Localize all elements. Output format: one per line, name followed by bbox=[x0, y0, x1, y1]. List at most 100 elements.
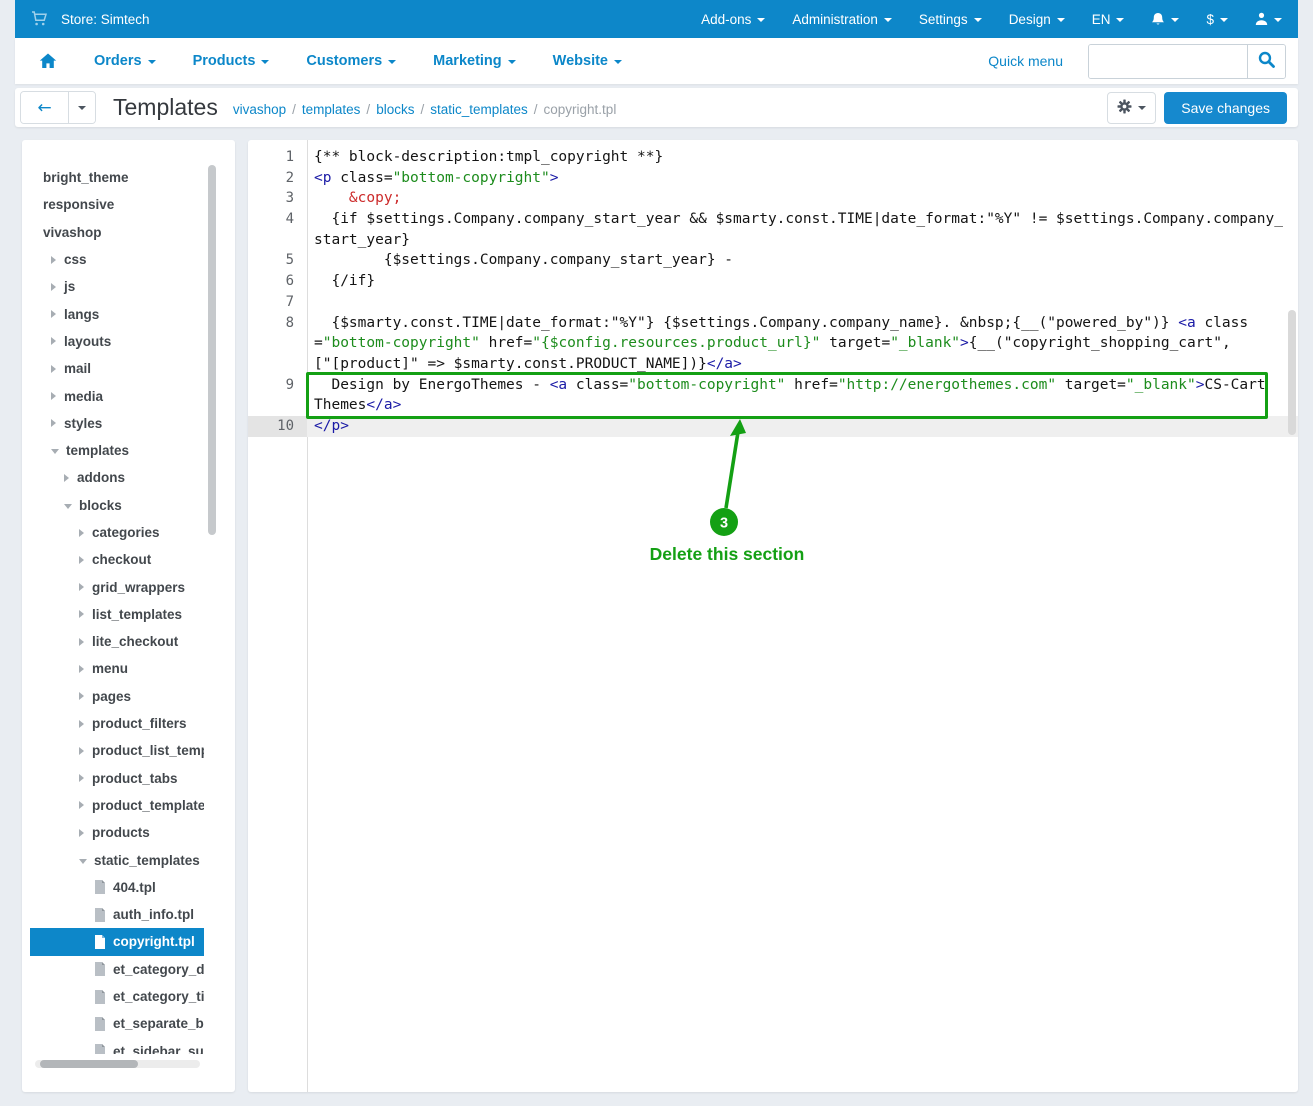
code-line-8-part3[interactable]: ["[product]" => $smarty.const.PRODUCT_NA… bbox=[248, 354, 1298, 375]
tree-file-et-sidebar-sub[interactable]: et_sidebar_sub bbox=[30, 1038, 204, 1055]
code-line-1[interactable]: 1{** block-description:tmpl_copyright **… bbox=[248, 147, 1298, 168]
chevron-right-icon[interactable] bbox=[79, 583, 84, 591]
tree-file-et-separate-bl[interactable]: et_separate_bl bbox=[30, 1010, 204, 1037]
nav-menu-orders[interactable]: Orders bbox=[94, 53, 156, 69]
tree-file-et-category-tit[interactable]: et_category_tit bbox=[30, 983, 204, 1010]
chevron-right-icon[interactable] bbox=[79, 556, 84, 564]
store-label[interactable]: Store: Simtech bbox=[61, 12, 150, 27]
code-line-6[interactable]: 6 {/if} bbox=[248, 271, 1298, 292]
chevron-right-icon[interactable] bbox=[51, 365, 56, 373]
chevron-down-icon[interactable] bbox=[51, 449, 59, 454]
topbar-menu-design[interactable]: Design bbox=[1009, 12, 1065, 27]
breadcrumb-link-blocks[interactable]: blocks bbox=[376, 102, 414, 117]
tree-folder-responsive[interactable]: responsive bbox=[30, 191, 204, 218]
code-line-10[interactable]: 10</p> bbox=[248, 416, 1298, 437]
tree-folder-product-template[interactable]: product_template bbox=[30, 792, 204, 819]
chevron-right-icon[interactable] bbox=[79, 774, 84, 782]
tree-folder-js[interactable]: js bbox=[30, 273, 204, 300]
search-button[interactable] bbox=[1247, 45, 1285, 78]
code-line-7[interactable]: 7 bbox=[248, 292, 1298, 313]
tree-file-404-tpl[interactable]: 404.tpl bbox=[30, 874, 204, 901]
tree-folder-langs[interactable]: langs bbox=[30, 300, 204, 327]
tree-folder-lite-checkout[interactable]: lite_checkout bbox=[30, 628, 204, 655]
tree-folder-product-list-temp[interactable]: product_list_temp bbox=[30, 737, 204, 764]
save-changes-button[interactable]: Save changes bbox=[1164, 92, 1287, 124]
tree-folder-css[interactable]: css bbox=[30, 246, 204, 273]
nav-menu-products[interactable]: Products bbox=[193, 53, 270, 69]
chevron-down-icon[interactable] bbox=[64, 504, 72, 509]
tree-folder-product-tabs[interactable]: product_tabs bbox=[30, 765, 204, 792]
chevron-right-icon[interactable] bbox=[51, 392, 56, 400]
code-line-2[interactable]: 2<p class="bottom-copyright"> bbox=[248, 168, 1298, 189]
topbar-menu-settings[interactable]: Settings bbox=[919, 12, 982, 27]
code-line-5[interactable]: 5 {$settings.Company.company_start_year}… bbox=[248, 250, 1298, 271]
back-button[interactable]: ← bbox=[21, 92, 68, 123]
tree-folder-blocks[interactable]: blocks bbox=[30, 492, 204, 519]
topbar-menu-en[interactable]: EN bbox=[1092, 12, 1125, 27]
chevron-right-icon[interactable] bbox=[51, 283, 56, 291]
code-line-8-part2[interactable]: ="bottom-copyright" href="{$config.resou… bbox=[248, 333, 1298, 354]
code-line-8-part1[interactable]: 8 {$smarty.const.TIME|date_format:"%Y"} … bbox=[248, 313, 1298, 334]
nav-menu-marketing[interactable]: Marketing bbox=[433, 53, 516, 69]
editor-scrollbar-thumb[interactable] bbox=[1288, 310, 1296, 435]
chevron-right-icon[interactable] bbox=[79, 529, 84, 537]
nav-menu-customers[interactable]: Customers bbox=[306, 53, 396, 69]
tree-folder-categories[interactable]: categories bbox=[30, 519, 204, 546]
code-editor[interactable]: 1{** block-description:tmpl_copyright **… bbox=[248, 140, 1298, 1092]
search-input[interactable] bbox=[1089, 45, 1247, 78]
chevron-right-icon[interactable] bbox=[51, 419, 56, 427]
chevron-right-icon[interactable] bbox=[79, 747, 84, 755]
chevron-down-icon[interactable] bbox=[79, 859, 87, 864]
tree-folder-mail[interactable]: mail bbox=[30, 355, 204, 382]
chevron-right-icon[interactable] bbox=[79, 665, 84, 673]
account-menu[interactable] bbox=[1255, 12, 1282, 26]
code-line-4-part1[interactable]: 4 {if $settings.Company.company_start_ye… bbox=[248, 209, 1298, 230]
chevron-right-icon[interactable] bbox=[79, 638, 84, 646]
chevron-right-icon[interactable] bbox=[64, 474, 69, 482]
tree-folder-templates[interactable]: templates bbox=[30, 437, 204, 464]
tree-folder-pages[interactable]: pages bbox=[30, 683, 204, 710]
code-line-9-part2[interactable]: Themes</a> bbox=[248, 395, 1298, 416]
tree-file-copyright-tpl[interactable]: copyright.tpl bbox=[30, 928, 204, 955]
tree-folder-bright-theme[interactable]: bright_theme bbox=[30, 164, 204, 191]
tree-folder-media[interactable]: media bbox=[30, 382, 204, 409]
tree-folder-products[interactable]: products bbox=[30, 819, 204, 846]
chevron-right-icon[interactable] bbox=[51, 337, 56, 345]
home-button[interactable] bbox=[39, 53, 57, 69]
tree-file-et-category-de[interactable]: et_category_de bbox=[30, 956, 204, 983]
code-line-4-part2[interactable]: start_year} bbox=[248, 230, 1298, 251]
code-line-9-part1[interactable]: 9 Design by EnergoThemes - <a class="bot… bbox=[248, 375, 1298, 396]
breadcrumb-link-vivashop[interactable]: vivashop bbox=[233, 102, 286, 117]
settings-dropdown-button[interactable] bbox=[1107, 92, 1156, 124]
nav-menu-website[interactable]: Website bbox=[553, 53, 622, 69]
tree-folder-vivashop[interactable]: vivashop bbox=[30, 219, 204, 246]
topbar-menu-add-ons[interactable]: Add-ons bbox=[701, 12, 765, 27]
tree-folder-addons[interactable]: addons bbox=[30, 464, 204, 491]
chevron-right-icon[interactable] bbox=[51, 256, 56, 264]
tree-vertical-scrollbar[interactable] bbox=[208, 165, 216, 535]
code-line-3[interactable]: 3 &copy; bbox=[248, 188, 1298, 209]
tree-folder-menu[interactable]: menu bbox=[30, 655, 204, 682]
tree-horizontal-scrollbar-thumb[interactable] bbox=[40, 1060, 138, 1068]
tree-folder-styles[interactable]: styles bbox=[30, 410, 204, 437]
chevron-right-icon[interactable] bbox=[51, 310, 56, 318]
chevron-right-icon[interactable] bbox=[79, 720, 84, 728]
tree-folder-list-templates[interactable]: list_templates bbox=[30, 601, 204, 628]
tree-folder-product-filters[interactable]: product_filters bbox=[30, 710, 204, 737]
topbar-menu-administration[interactable]: Administration bbox=[792, 12, 892, 27]
back-dropdown-button[interactable] bbox=[68, 92, 95, 123]
tree-folder-static-templates[interactable]: static_templates bbox=[30, 846, 204, 873]
quick-menu-link[interactable]: Quick menu bbox=[988, 53, 1063, 69]
notifications-menu[interactable] bbox=[1151, 12, 1179, 27]
breadcrumb-link-static-templates[interactable]: static_templates bbox=[430, 102, 528, 117]
tree-folder-checkout[interactable]: checkout bbox=[30, 546, 204, 573]
code-area[interactable]: 1{** block-description:tmpl_copyright **… bbox=[248, 147, 1298, 437]
chevron-right-icon[interactable] bbox=[79, 692, 84, 700]
tree-folder-layouts[interactable]: layouts bbox=[30, 328, 204, 355]
tree-folder-grid-wrappers[interactable]: grid_wrappers bbox=[30, 573, 204, 600]
chevron-right-icon[interactable] bbox=[79, 610, 84, 618]
tree-file-auth-info-tpl[interactable]: auth_info.tpl bbox=[30, 901, 204, 928]
breadcrumb-link-templates[interactable]: templates bbox=[302, 102, 361, 117]
chevron-right-icon[interactable] bbox=[79, 801, 84, 809]
chevron-right-icon[interactable] bbox=[79, 829, 84, 837]
